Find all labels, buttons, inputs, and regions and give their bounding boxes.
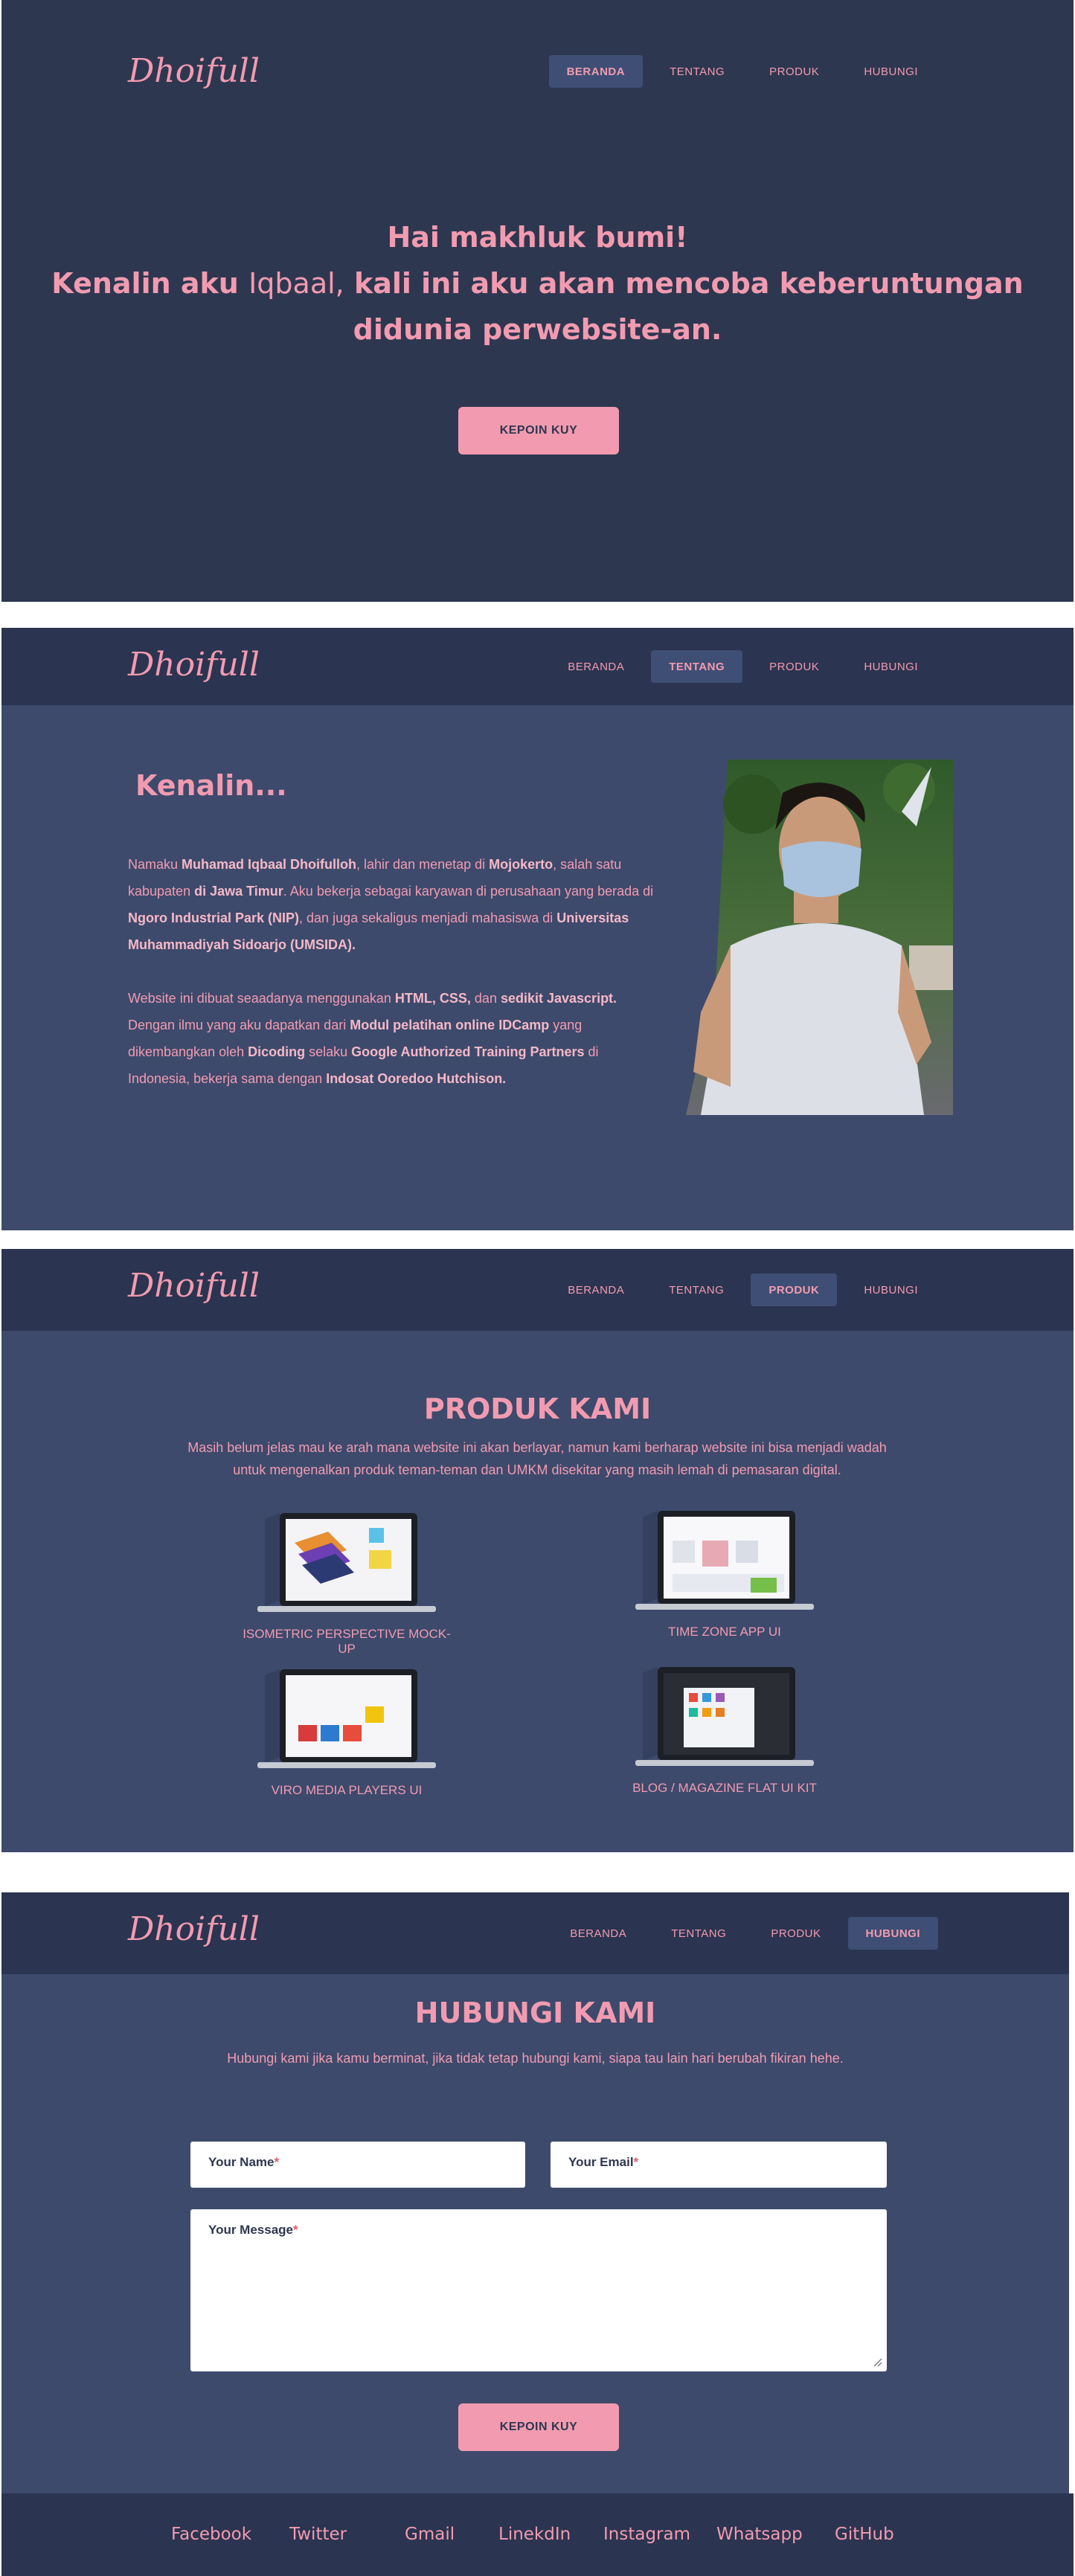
svg-text:Dhoifulloh: Dhoifulloh bbox=[127, 1267, 260, 1305]
body-text: dan bbox=[470, 991, 501, 1006]
main-nav: BERANDA TENTANG PRODUK HUBUNGI bbox=[550, 1273, 936, 1306]
product-caption: VIRO MEDIA PLAYERS UI bbox=[271, 1783, 423, 1797]
logo-script: Dhoifulloh bbox=[127, 52, 260, 90]
laptop-mockup-image bbox=[257, 1513, 436, 1612]
site-header: Dhoifulloh BERANDA TENTANG PRODUK HUBUNG… bbox=[1, 628, 1074, 705]
emphasis-text: HTML, CSS, bbox=[394, 991, 471, 1006]
logo-script: Dhoifulloh bbox=[127, 1267, 260, 1305]
nav-beranda[interactable]: BERANDA bbox=[550, 1273, 642, 1306]
nav-tentang[interactable]: TENTANG bbox=[653, 1917, 744, 1950]
profile-photo bbox=[686, 759, 953, 1115]
product-caption: TIME ZONE APP UI bbox=[668, 1625, 781, 1639]
nav-produk[interactable]: PRODUK bbox=[753, 1917, 838, 1950]
contact-section: Dhoifulloh BERANDA TENTANG PRODUK HUBUNG… bbox=[1, 1892, 1069, 2493]
nav-produk[interactable]: PRODUK bbox=[751, 650, 837, 683]
emphasis-text: Modul pelatihan online IDCamp bbox=[350, 1018, 550, 1032]
emphasis-text: Google Authorized Training Partners bbox=[351, 1044, 585, 1059]
emphasis-text: Indosat Ooredoo Hutchison. bbox=[326, 1071, 507, 1086]
hero-heading: Hai makhluk bumi! Kenalin aku Iqbaal, ka… bbox=[1, 214, 1074, 353]
hero-line-3: didunia perwebsite-an. bbox=[353, 313, 722, 346]
site-logo[interactable]: Dhoifulloh bbox=[126, 45, 260, 104]
hero-cta-button[interactable]: KEPOIN KUY bbox=[458, 407, 619, 455]
product-caption: BLOG / MAGAZINE FLAT UI KIT bbox=[632, 1781, 817, 1795]
site-footer: Facebook Twitter Gmail LinekdIn Instagra… bbox=[1, 2493, 1074, 2576]
nav-tentang[interactable]: TENTANG bbox=[651, 650, 743, 683]
body-text: Dengan ilmu yang aku dapatkan dari bbox=[128, 1018, 350, 1032]
message-field[interactable]: Your Message* bbox=[190, 2209, 887, 2371]
emphasis-text: Dicoding bbox=[248, 1044, 306, 1059]
email-field[interactable]: Your Email* bbox=[551, 2142, 887, 2188]
site-header: Dhoifulloh BERANDA TENTANG PRODUK HUBUNG… bbox=[1, 1249, 1074, 1331]
body-text: , dan juga sekaligus menjadi mahasiswa d… bbox=[299, 910, 557, 925]
hero-line-1: Hai makhluk bumi! bbox=[387, 221, 688, 254]
emphasis-text: sedikit Javascript. bbox=[500, 991, 617, 1006]
nav-beranda[interactable]: BERANDA bbox=[550, 650, 642, 683]
footer-link-github[interactable]: GitHub bbox=[835, 2525, 894, 2544]
emphasis-text: Ngoro Industrial Park (NIP) bbox=[128, 910, 300, 925]
nav-hubungi[interactable]: HUBUNGI bbox=[846, 650, 936, 683]
contact-title: HUBUNGI KAMI bbox=[414, 1997, 656, 2029]
footer-link-whatsapp[interactable]: Whatsapp bbox=[716, 2525, 803, 2544]
nav-tentang[interactable]: TENTANG bbox=[652, 55, 742, 88]
footer-link-instagram[interactable]: Instagram bbox=[603, 2525, 690, 2544]
laptop-mockup-image bbox=[635, 1667, 814, 1766]
main-nav: BERANDA TENTANG PRODUK HUBUNGI bbox=[550, 650, 936, 683]
logo-script: Dhoifulloh bbox=[127, 646, 260, 684]
svg-text:Dhoifulloh: Dhoifulloh bbox=[127, 646, 260, 684]
nav-produk[interactable]: PRODUK bbox=[751, 1273, 838, 1306]
product-card[interactable]: VIRO MEDIA PLAYERS UI bbox=[235, 1669, 458, 1798]
nav-produk[interactable]: PRODUK bbox=[751, 55, 837, 88]
nav-tentang[interactable]: TENTANG bbox=[651, 1273, 742, 1306]
site-logo[interactable]: Dhoifulloh bbox=[126, 638, 260, 698]
body-text: Website ini dibuat seaadanya menggunakan bbox=[128, 991, 395, 1006]
emphasis-text: Muhamad Iqbaal Dhoifulloh bbox=[182, 857, 357, 872]
products-section: Dhoifulloh BERANDA TENTANG PRODUK HUBUNG… bbox=[1, 1249, 1074, 1852]
contact-subtitle: Hubungi kami jika kamu berminat, jika ti… bbox=[227, 2051, 844, 2066]
site-header: Dhoifulloh BERANDA TENTANG PRODUK HUBUNG… bbox=[1, 1892, 1069, 1974]
body-text: Namaku bbox=[128, 857, 182, 872]
about-title: Kenalin... bbox=[135, 769, 287, 802]
product-card[interactable]: ISOMETRIC PERSPECTIVE MOCK-UP bbox=[235, 1513, 458, 1657]
nav-hubungi[interactable]: HUBUNGI bbox=[846, 55, 936, 88]
hero-line-2: Kenalin aku Iqbaal, kali ini aku akan me… bbox=[51, 267, 1024, 300]
product-card[interactable]: BLOG / MAGAZINE FLAT UI KIT bbox=[613, 1667, 836, 1796]
body-text: . Aku bekerja sebagai karyawan di perusa… bbox=[283, 884, 654, 899]
emphasis-text: di Jawa Timur bbox=[194, 884, 283, 899]
about-paragraph-2: Website ini dibuat seaadanya menggunakan… bbox=[128, 985, 664, 1092]
product-caption: ISOMETRIC PERSPECTIVE MOCK-UP bbox=[243, 1627, 451, 1656]
site-header: Dhoifulloh BERANDA TENTANG PRODUK HUBUNG… bbox=[1, 0, 1074, 90]
svg-text:Dhoifulloh: Dhoifulloh bbox=[127, 52, 260, 90]
contact-submit-button[interactable]: KEPOIN KUY bbox=[458, 2403, 619, 2451]
laptop-mockup-image bbox=[257, 1669, 436, 1768]
site-logo[interactable]: Dhoifulloh bbox=[126, 1259, 260, 1319]
footer-link-twitter[interactable]: Twitter bbox=[289, 2525, 347, 2544]
site-logo[interactable]: Dhoifulloh bbox=[126, 1903, 260, 1962]
laptop-mockup-image bbox=[635, 1511, 814, 1610]
about-section: Dhoifulloh BERANDA TENTANG PRODUK HUBUNG… bbox=[1, 628, 1074, 1230]
name-field[interactable]: Your Name* bbox=[190, 2142, 525, 2188]
product-card[interactable]: TIME ZONE APP UI bbox=[613, 1511, 836, 1639]
products-title: PRODUK KAMI bbox=[423, 1393, 652, 1425]
body-text: selaku bbox=[305, 1044, 352, 1059]
footer-link-linkedin[interactable]: LinekdIn bbox=[498, 2525, 571, 2544]
products-subtitle: Masih belum jelas mau ke arah mana websi… bbox=[187, 1440, 887, 1477]
resize-handle-icon[interactable] bbox=[872, 2357, 882, 2367]
body-text: , lahir dan menetap di bbox=[356, 857, 490, 872]
main-nav: BERANDA TENTANG PRODUK HUBUNGI bbox=[552, 1917, 938, 1950]
emphasis-text: Mojokerto bbox=[489, 857, 553, 872]
footer-link-facebook[interactable]: Facebook bbox=[171, 2525, 251, 2544]
nav-hubungi[interactable]: HUBUNGI bbox=[847, 1917, 938, 1950]
about-paragraph-1: Namaku Muhamad Iqbaal Dhoifulloh, lahir … bbox=[128, 851, 664, 958]
nav-beranda[interactable]: BERANDA bbox=[548, 55, 644, 88]
svg-text:Dhoifulloh: Dhoifulloh bbox=[127, 1910, 260, 1948]
footer-link-gmail[interactable]: Gmail bbox=[405, 2525, 455, 2544]
hero-section: Dhoifulloh BERANDA TENTANG PRODUK HUBUNG… bbox=[1, 0, 1074, 602]
nav-beranda[interactable]: BERANDA bbox=[552, 1917, 644, 1950]
nav-hubungi[interactable]: HUBUNGI bbox=[846, 1273, 936, 1306]
logo-script: Dhoifulloh bbox=[127, 1910, 260, 1948]
main-nav: BERANDA TENTANG PRODUK HUBUNGI bbox=[548, 55, 936, 88]
